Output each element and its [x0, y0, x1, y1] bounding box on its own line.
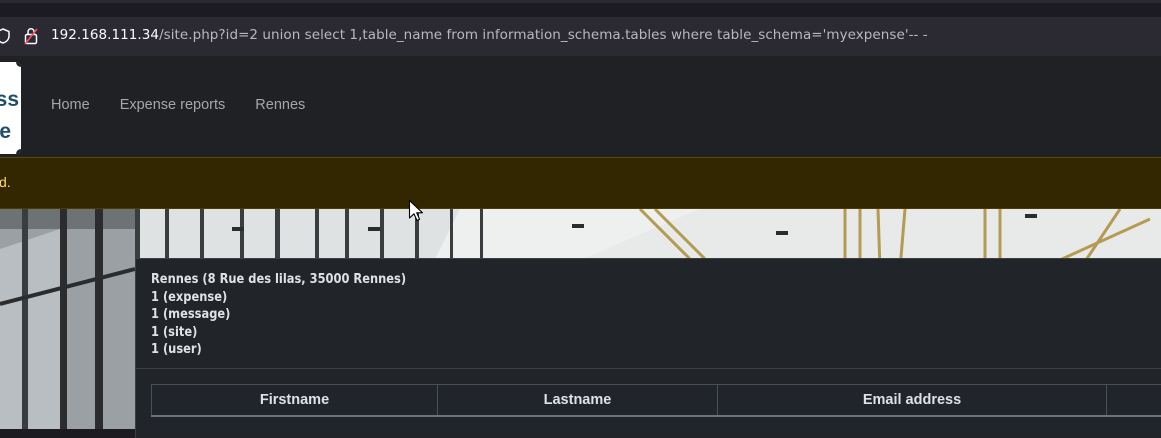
browser-tab-strip — [0, 0, 1161, 17]
nav-home-link[interactable]: Home — [51, 97, 90, 113]
nav-expense-reports-link[interactable]: Expense reports — [120, 97, 226, 113]
column-header-email[interactable]: Email address — [718, 385, 1107, 415]
tracking-protection-shield-icon[interactable] — [0, 28, 10, 44]
company-logo[interactable]: ss e — [0, 62, 21, 154]
logo-text-line1: ss — [0, 88, 19, 111]
alert-banner: d. — [0, 157, 1161, 209]
url-path: /site.php?id=2 union select 1,table_name… — [159, 27, 928, 43]
address-bar[interactable]: 192.168.111.34/site.php?id=2 union selec… — [0, 17, 1161, 56]
site-navbar: ss e Home Expense reports Rennes — [0, 56, 1161, 157]
insecure-lock-icon[interactable] — [24, 27, 38, 45]
card-divider — [136, 368, 1161, 369]
injected-row: 1 (site) — [151, 324, 198, 340]
employees-table-header: Firstname Lastname Email address — [151, 384, 1161, 417]
url-host: 192.168.111.34 — [51, 27, 160, 43]
injected-row: 1 (message) — [151, 307, 231, 323]
logo-text-line2: e — [0, 120, 11, 143]
column-header-extra[interactable] — [1107, 385, 1161, 415]
logo-notch — [16, 62, 21, 67]
logo-notch — [16, 149, 21, 154]
site-info-card: Rennes (8 Rue des lilas, 35000 Rennes) 1… — [135, 258, 1161, 438]
site-info-text: Rennes (8 Rue des lilas, 35000 Rennes) 1… — [151, 271, 406, 359]
main-nav: Home Expense reports Rennes — [51, 97, 335, 113]
active-tab-edge[interactable] — [0, 0, 1161, 3]
mouse-pointer-icon — [408, 199, 424, 222]
alert-message: d. — [0, 174, 11, 190]
site-address-line: Rennes (8 Rue des lilas, 35000 Rennes) — [151, 272, 407, 287]
injected-row: 1 (user) — [151, 342, 202, 358]
injected-row: 1 (expense) — [151, 289, 228, 305]
column-header-lastname[interactable]: Lastname — [438, 385, 718, 415]
column-header-firstname[interactable]: Firstname — [151, 385, 438, 415]
url-text[interactable]: 192.168.111.34/site.php?id=2 union selec… — [51, 27, 928, 43]
nav-rennes-link[interactable]: Rennes — [255, 97, 305, 113]
